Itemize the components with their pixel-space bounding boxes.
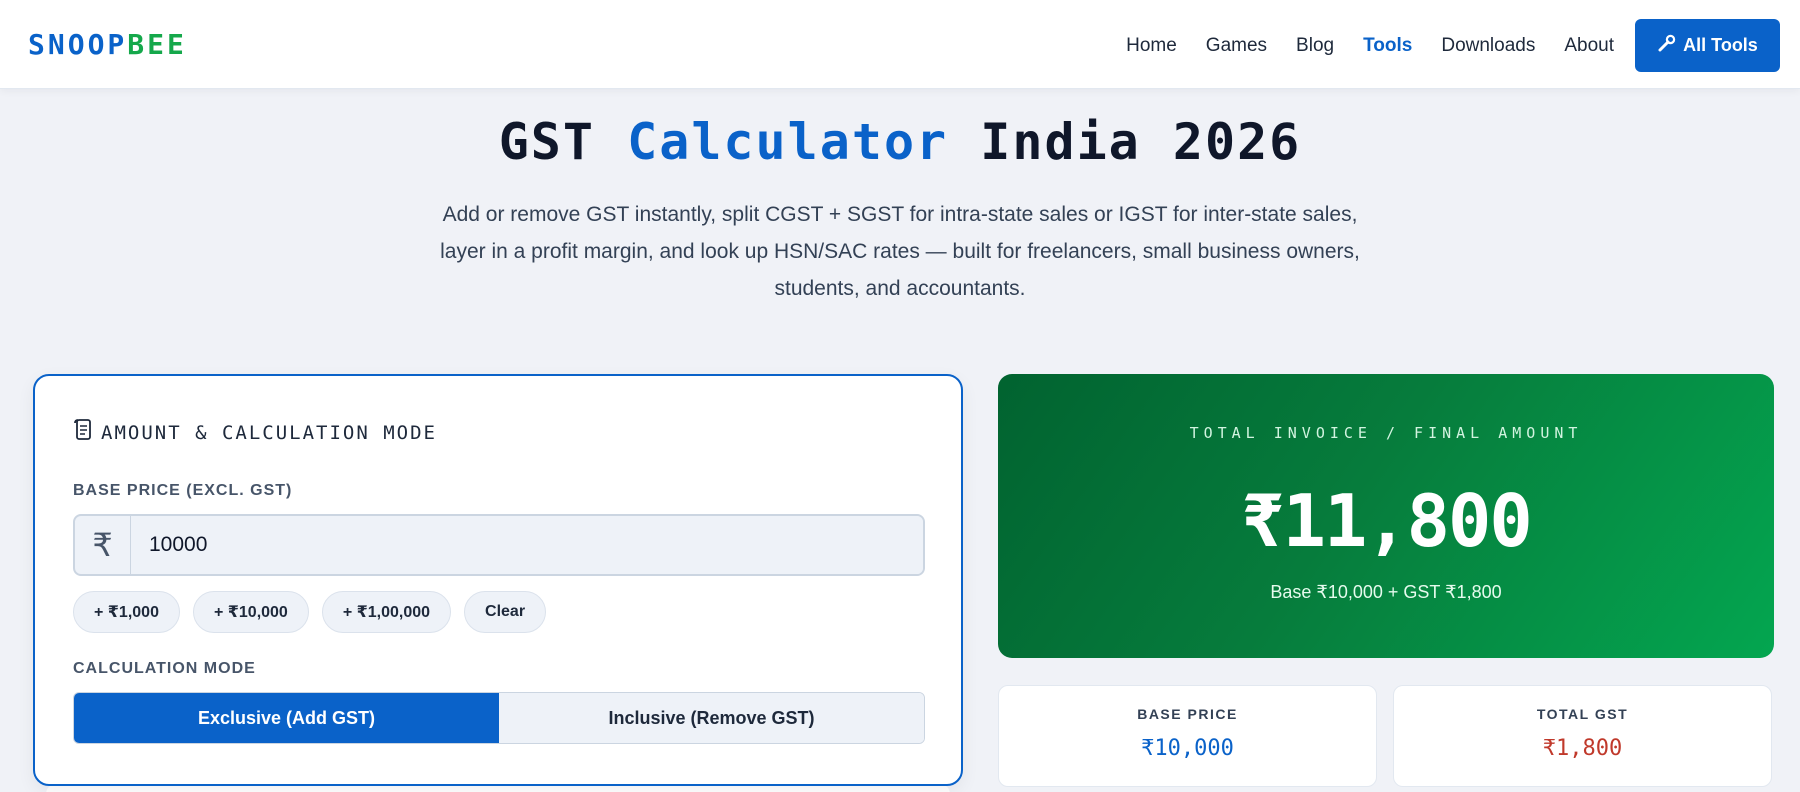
card-heading-text: AMOUNT & CALCULATION MODE xyxy=(101,421,437,444)
top-navbar: SNOOPBEE Home Games Blog Tools Downloads… xyxy=(0,0,1800,89)
add-1000-chip[interactable]: + ₹1,000 xyxy=(73,591,180,633)
base-price-stat-card: BASE PRICE ₹10,000 xyxy=(998,685,1377,787)
quick-amount-chips: + ₹1,000 + ₹10,000 + ₹1,00,000 Clear xyxy=(73,591,547,633)
scroll-icon xyxy=(73,418,93,447)
result-breakdown: Base ₹10,000 + GST ₹1,800 xyxy=(1270,582,1502,602)
nav-games-link[interactable]: Games xyxy=(1206,20,1267,72)
add-100000-chip[interactable]: + ₹1,00,000 xyxy=(321,591,452,633)
exclusive-mode-button[interactable]: Exclusive (Add GST) xyxy=(74,693,499,743)
total-gst-stat-card: TOTAL GST ₹1,800 xyxy=(1393,685,1772,787)
stat-label: TOTAL GST xyxy=(1536,706,1629,722)
nav-about-link[interactable]: About xyxy=(1564,20,1614,72)
rupee-icon: ₹ xyxy=(75,516,131,574)
stat-label: BASE PRICE xyxy=(1137,706,1238,722)
stat-value: ₹1,800 xyxy=(1542,736,1623,761)
calculation-mode-toggle: Exclusive (Add GST) Inclusive (Remove GS… xyxy=(73,692,925,744)
all-tools-button[interactable]: All Tools xyxy=(1635,19,1780,72)
page-description: Add or remove GST instantly, split CGST … xyxy=(440,203,1360,300)
inclusive-mode-button[interactable]: Inclusive (Remove GST) xyxy=(499,693,924,743)
site-logo[interactable]: SNOOPBEE xyxy=(28,28,187,62)
total-result-card: TOTAL INVOICE / FINAL AMOUNT ₹11,800 Bas… xyxy=(998,374,1774,658)
wrench-icon xyxy=(1657,33,1677,58)
stat-value: ₹10,000 xyxy=(1141,736,1234,761)
nav-home-link[interactable]: Home xyxy=(1126,20,1177,72)
base-price-field: ₹ xyxy=(73,514,925,576)
total-amount: ₹11,800 xyxy=(1241,479,1532,563)
nav-links: Home Games Blog Tools Downloads About Al… xyxy=(1097,19,1780,72)
clear-chip[interactable]: Clear xyxy=(464,591,547,633)
nav-tools-link[interactable]: Tools xyxy=(1363,20,1412,72)
nav-downloads-link[interactable]: Downloads xyxy=(1441,20,1535,72)
nav-blog-link[interactable]: Blog xyxy=(1296,20,1334,72)
base-price-input[interactable] xyxy=(131,516,923,574)
all-tools-label: All Tools xyxy=(1683,35,1758,55)
calculator-card: AMOUNT & CALCULATION MODE BASE PRICE (EX… xyxy=(33,374,963,786)
calculation-mode-label: CALCULATION MODE xyxy=(73,660,256,677)
result-kicker: TOTAL INVOICE / FINAL AMOUNT xyxy=(1189,424,1583,442)
add-10000-chip[interactable]: + ₹10,000 xyxy=(192,591,309,633)
base-price-label: BASE PRICE (EXCL. GST) xyxy=(73,482,293,499)
page-title: GST Calculator India 2026 xyxy=(498,113,1302,171)
card-heading: AMOUNT & CALCULATION MODE xyxy=(73,418,437,447)
